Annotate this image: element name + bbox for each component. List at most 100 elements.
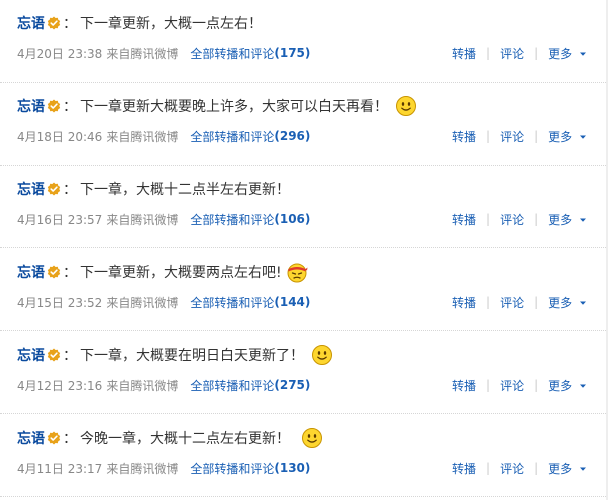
author-colon: ： — [63, 348, 77, 364]
repost-button[interactable]: 转播 — [452, 128, 476, 145]
post-divider — [0, 413, 606, 414]
post-actions: 转播 | 评论 | 更多 — [452, 377, 587, 393]
chevron-down-icon — [580, 218, 586, 222]
post-source[interactable]: 腾讯微博 — [130, 294, 178, 311]
author-colon: ： — [63, 99, 77, 115]
post-header: 忘语 ： 下一章更新，大概要两点左右吧! — [17, 259, 308, 285]
more-label: 更多 — [548, 461, 573, 476]
repost-button[interactable]: 转播 — [452, 45, 476, 62]
post-timestamp[interactable]: 4月16日 23:57 — [17, 211, 102, 228]
verified-badge-icon — [47, 265, 61, 279]
author-name[interactable]: 忘语 — [17, 13, 45, 33]
post-header: 忘语 ： 下一章更新，大概一点左右！ — [17, 10, 262, 36]
post-content: 下一章更新，大概一点左右！ — [80, 16, 262, 32]
post-item: 忘语 ： 下一章，大概十二点半左右更新！ 4月16日 23:57 来自 腾讯微博… — [0, 166, 608, 248]
source-prefix: 来自 — [106, 378, 131, 393]
all-reposts-link[interactable]: 全部转播和评论 — [190, 211, 274, 228]
action-separator: | — [534, 378, 539, 392]
chevron-down-icon — [580, 467, 586, 471]
author-name[interactable]: 忘语 — [17, 345, 45, 365]
post-meta: 4月20日 23:38 来自 腾讯微博 全部转播和评论 (175) — [17, 45, 310, 61]
author-colon: ： — [63, 431, 77, 447]
post-content: 下一章，大概十二点半左右更新！ — [80, 182, 290, 198]
comment-button[interactable]: 评论 — [500, 294, 524, 311]
comment-button[interactable]: 评论 — [500, 45, 524, 62]
action-separator: | — [534, 129, 539, 143]
repost-count[interactable]: (130) — [274, 461, 310, 475]
source-prefix: 来自 — [106, 129, 131, 144]
comment-button[interactable]: 评论 — [500, 211, 524, 228]
post-content: 下一章，大概要在明日白天更新了！ — [80, 348, 304, 364]
all-reposts-link[interactable]: 全部转播和评论 — [190, 45, 274, 62]
post-source[interactable]: 腾讯微博 — [130, 377, 178, 394]
post-meta: 4月18日 20:46 来自 腾讯微博 全部转播和评论 (296) — [17, 128, 310, 144]
post-timestamp[interactable]: 4月20日 23:38 — [17, 45, 102, 62]
all-reposts-link[interactable]: 全部转播和评论 — [190, 128, 274, 145]
post-divider — [0, 330, 606, 331]
post-timestamp[interactable]: 4月15日 23:52 — [17, 294, 102, 311]
more-button[interactable]: 更多 — [548, 128, 587, 145]
all-reposts-link[interactable]: 全部转播和评论 — [190, 460, 274, 477]
post-item: 忘语 ： 今晚一章，大概十二点左右更新！ 4月11日 23:17 来自 腾讯微博… — [0, 415, 608, 497]
more-button[interactable]: 更多 — [548, 377, 587, 394]
post-header: 忘语 ： 下一章更新大概要晚上许多，大家可以白天再看！ — [17, 93, 417, 119]
smile-emoticon-icon — [302, 428, 322, 448]
author-name[interactable]: 忘语 — [17, 179, 45, 199]
verified-badge-icon — [47, 182, 61, 196]
source-prefix: 来自 — [106, 212, 131, 227]
repost-count[interactable]: (296) — [274, 129, 310, 143]
action-separator: | — [486, 378, 491, 392]
more-button[interactable]: 更多 — [548, 294, 587, 311]
repost-button[interactable]: 转播 — [452, 211, 476, 228]
post-source[interactable]: 腾讯微博 — [130, 128, 178, 145]
action-separator: | — [534, 46, 539, 60]
repost-button[interactable]: 转播 — [452, 377, 476, 394]
repost-count[interactable]: (144) — [274, 295, 310, 309]
more-button[interactable]: 更多 — [548, 211, 587, 228]
verified-badge-icon — [47, 348, 61, 362]
post-item: 忘语 ： 下一章，大概要在明日白天更新了！ 4月12日 23:16 来自 腾讯微… — [0, 332, 608, 414]
author-colon: ： — [63, 182, 77, 198]
more-button[interactable]: 更多 — [548, 460, 587, 477]
action-separator: | — [486, 295, 491, 309]
author-name[interactable]: 忘语 — [17, 428, 45, 448]
post-timestamp[interactable]: 4月18日 20:46 — [17, 128, 102, 145]
post-source[interactable]: 腾讯微博 — [130, 211, 178, 228]
more-button[interactable]: 更多 — [548, 45, 587, 62]
author-name[interactable]: 忘语 — [17, 96, 45, 116]
action-separator: | — [486, 212, 491, 226]
action-separator: | — [486, 129, 491, 143]
post-source[interactable]: 腾讯微博 — [130, 45, 178, 62]
post-divider — [0, 496, 606, 497]
all-reposts-link[interactable]: 全部转播和评论 — [190, 377, 274, 394]
more-label: 更多 — [548, 129, 573, 144]
more-label: 更多 — [548, 295, 573, 310]
more-label: 更多 — [548, 46, 573, 61]
comment-button[interactable]: 评论 — [500, 377, 524, 394]
source-prefix: 来自 — [106, 461, 131, 476]
author-name[interactable]: 忘语 — [17, 262, 45, 282]
post-timestamp[interactable]: 4月12日 23:16 — [17, 377, 102, 394]
smile-emoticon-icon — [312, 345, 332, 365]
smile-emoticon-icon — [396, 96, 416, 116]
action-separator: | — [534, 461, 539, 475]
post-divider — [0, 247, 606, 248]
repost-count[interactable]: (275) — [274, 378, 310, 392]
post-header: 忘语 ： 下一章，大概十二点半左右更新！ — [17, 176, 290, 202]
repost-count[interactable]: (175) — [274, 46, 310, 60]
repost-button[interactable]: 转播 — [452, 294, 476, 311]
post-source[interactable]: 腾讯微博 — [130, 460, 178, 477]
post-header: 忘语 ： 今晚一章，大概十二点左右更新！ — [17, 425, 323, 451]
post-timestamp[interactable]: 4月11日 23:17 — [17, 460, 102, 477]
action-separator: | — [486, 46, 491, 60]
post-item: 忘语 ： 下一章更新大概要晚上许多，大家可以白天再看！ 4月18日 20:46 … — [0, 83, 608, 165]
chevron-down-icon — [580, 52, 586, 56]
post-content: 下一章更新大概要晚上许多，大家可以白天再看！ — [80, 99, 388, 115]
all-reposts-link[interactable]: 全部转播和评论 — [190, 294, 274, 311]
repost-button[interactable]: 转播 — [452, 460, 476, 477]
action-separator: | — [534, 295, 539, 309]
repost-count[interactable]: (106) — [274, 212, 310, 226]
action-separator: | — [486, 461, 491, 475]
comment-button[interactable]: 评论 — [500, 128, 524, 145]
comment-button[interactable]: 评论 — [500, 460, 524, 477]
